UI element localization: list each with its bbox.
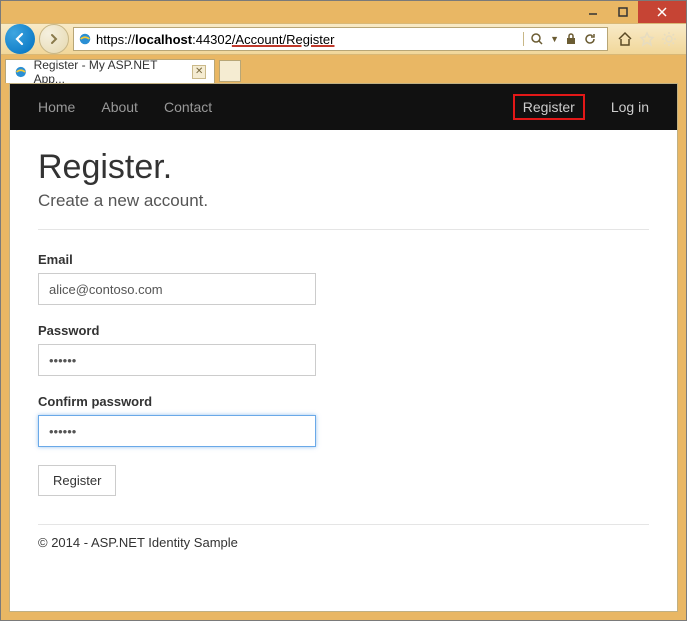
forward-button[interactable]: [39, 24, 69, 54]
nav-login[interactable]: Log in: [611, 99, 649, 115]
nav-contact[interactable]: Contact: [164, 99, 212, 115]
confirm-label: Confirm password: [38, 394, 649, 409]
address-bar[interactable]: https://localhost:44302/Account/Register…: [73, 27, 608, 51]
url-path: /Account/Register: [232, 32, 335, 47]
email-field[interactable]: [38, 273, 316, 305]
lock-icon[interactable]: [565, 33, 577, 45]
url-scheme: https://: [96, 32, 135, 47]
nav-register[interactable]: Register: [523, 99, 575, 115]
address-bar-controls: ▼: [523, 32, 603, 46]
nav-about[interactable]: About: [101, 99, 138, 115]
nav-right: Register Log in: [513, 94, 649, 120]
toolbar-icons: [612, 30, 682, 48]
ie-icon: [14, 65, 28, 79]
home-icon[interactable]: [616, 30, 634, 48]
form-group-confirm: Confirm password: [38, 394, 649, 447]
nav-left: Home About Contact: [38, 99, 212, 115]
page-viewport: Home About Contact Register Log in Regis…: [9, 83, 678, 612]
url-host: localhost: [135, 32, 192, 47]
email-label: Email: [38, 252, 649, 267]
settings-icon[interactable]: [660, 30, 678, 48]
ie-icon: [78, 32, 92, 46]
tab-title: Register - My ASP.NET App...: [34, 58, 187, 86]
tab-strip: Register - My ASP.NET App... ✕: [1, 55, 686, 83]
password-field[interactable]: [38, 344, 316, 376]
url-text: https://localhost:44302/Account/Register: [96, 32, 519, 47]
register-button[interactable]: Register: [38, 465, 116, 496]
close-button[interactable]: [638, 1, 686, 23]
form-group-email: Email: [38, 252, 649, 305]
maximize-button[interactable]: [608, 1, 638, 23]
browser-toolbar: https://localhost:44302/Account/Register…: [1, 23, 686, 55]
minimize-button[interactable]: [578, 1, 608, 23]
back-button[interactable]: [5, 24, 35, 54]
refresh-icon[interactable]: [583, 32, 597, 46]
confirm-password-field[interactable]: [38, 415, 316, 447]
dropdown-icon[interactable]: ▼: [550, 34, 559, 44]
window-titlebar: [1, 1, 686, 23]
url-port: :44302: [192, 32, 232, 47]
footer-text: © 2014 - ASP.NET Identity Sample: [38, 535, 649, 550]
browser-window: https://localhost:44302/Account/Register…: [0, 0, 687, 621]
favorites-icon[interactable]: [638, 30, 656, 48]
nav-register-highlight: Register: [513, 94, 585, 120]
footer-divider: [38, 524, 649, 525]
page-content: Register. Create a new account. Email Pa…: [10, 130, 677, 568]
page-heading: Register.: [38, 148, 649, 187]
new-tab-button[interactable]: [219, 60, 241, 82]
password-label: Password: [38, 323, 649, 338]
site-navbar: Home About Contact Register Log in: [10, 84, 677, 130]
divider: [38, 229, 649, 230]
nav-home[interactable]: Home: [38, 99, 75, 115]
browser-tab[interactable]: Register - My ASP.NET App... ✕: [5, 59, 215, 83]
form-group-password: Password: [38, 323, 649, 376]
tab-close-icon[interactable]: ✕: [192, 65, 206, 79]
page-subheading: Create a new account.: [38, 191, 649, 211]
search-icon[interactable]: [530, 32, 544, 46]
